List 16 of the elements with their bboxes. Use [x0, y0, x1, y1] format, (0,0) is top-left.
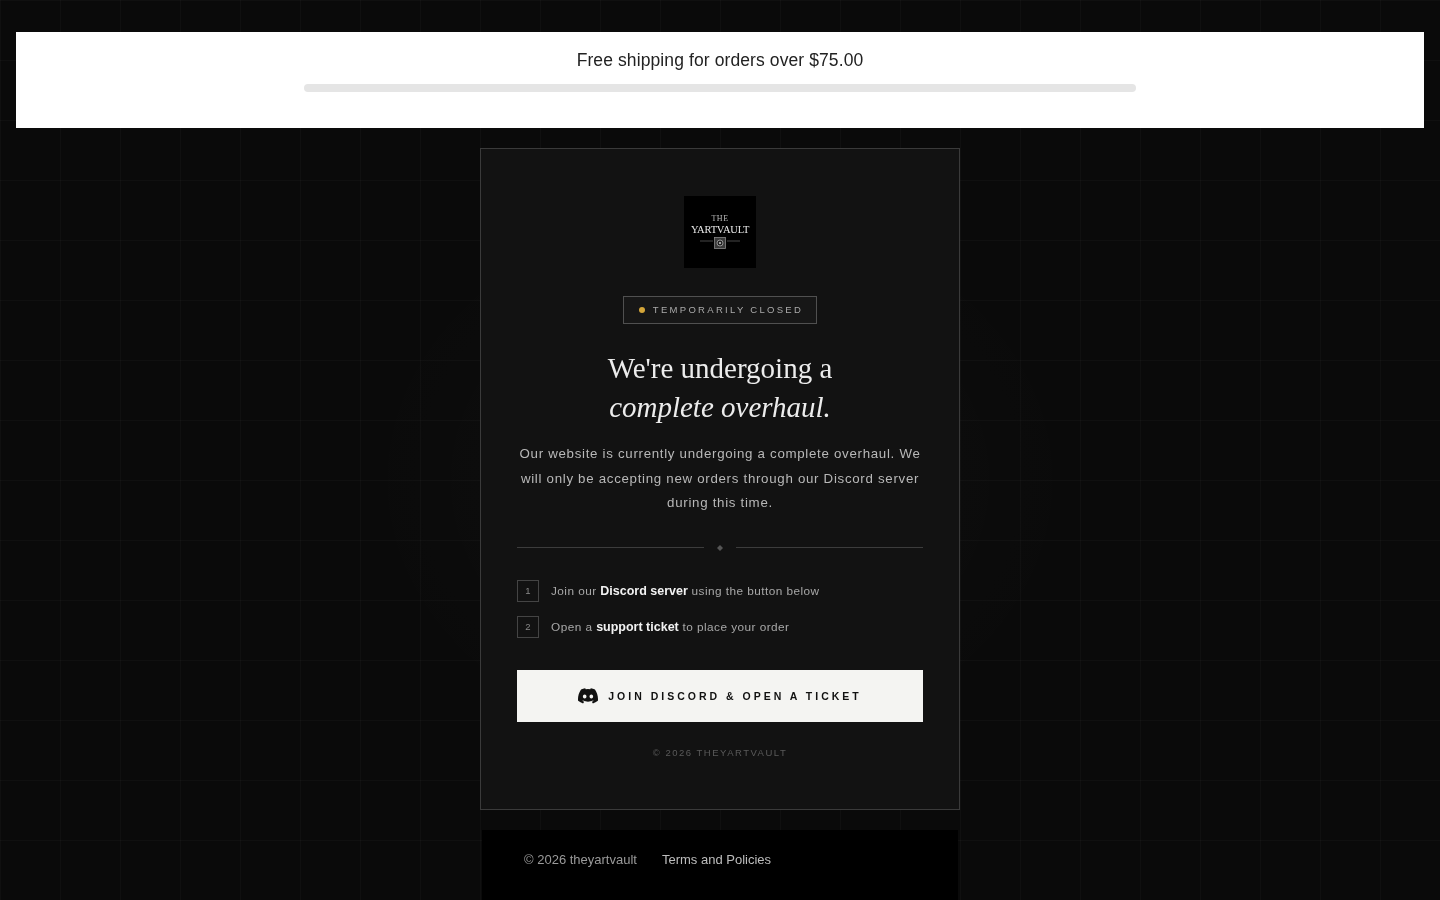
footer-link[interactable]: Terms and Policies: [661, 851, 772, 868]
step-text: Open a support ticket to place your order: [551, 619, 790, 634]
discord-button[interactable]: JOIN DISCORD & OPEN A TICKET: [517, 669, 923, 722]
step-number: 1: [517, 579, 539, 602]
heading: We're undergoing a complete overhaul.: [607, 351, 833, 425]
step-text: Join our Discord server using the button below: [551, 583, 820, 598]
description: Our website is currently undergoing a complete overhaul. We will only be accepting new orders through our Discord server during this time.: [518, 445, 922, 512]
shipping-message: Free shipping for orders over $75.00: [576, 50, 864, 70]
footer-copyright: © 2026 theyartvault: [524, 851, 637, 868]
status-label: TEMPORARILY CLOSED: [652, 304, 804, 316]
logo: THE YARTVAULT: [684, 196, 756, 268]
status-dot-icon: [638, 307, 645, 313]
step-number: 2: [517, 615, 539, 638]
diamond-icon: [717, 544, 723, 551]
discord-icon: [578, 687, 599, 704]
card-copyright: © 2026 THEYARTVAULT: [652, 745, 788, 760]
